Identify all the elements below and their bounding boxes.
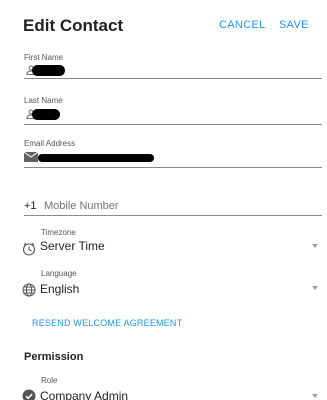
role-value: Company Admin (40, 389, 129, 400)
shield-check-icon (22, 389, 36, 400)
resend-welcome-agreement-button[interactable]: RESEND WELCOME AGREEMENT (32, 318, 182, 328)
first-name-underline (24, 78, 322, 79)
globe-icon (22, 283, 36, 297)
email-value-redacted (38, 154, 154, 162)
email-label: Email Address (24, 139, 76, 148)
language-select[interactable]: Language English (22, 269, 322, 299)
page-title: Edit Contact (23, 16, 124, 35)
caret-down-icon (312, 244, 318, 248)
mail-icon (24, 152, 38, 162)
email-field[interactable]: Email Address (24, 139, 322, 168)
first-name-field[interactable]: First Name (24, 53, 322, 79)
first-name-label: First Name (24, 53, 64, 62)
last-name-field[interactable]: Last Name (24, 96, 322, 125)
email-underline (24, 167, 322, 168)
caret-down-icon (312, 394, 318, 398)
header: Edit Contact CANCEL SAVE (0, 0, 327, 50)
role-select[interactable]: Role Company Admin (22, 376, 322, 400)
language-label: Language (41, 269, 77, 278)
language-value: English (40, 282, 80, 296)
mobile-number-input[interactable]: Mobile Number (44, 200, 119, 212)
last-name-underline (24, 124, 322, 125)
role-label: Role (41, 376, 58, 385)
cancel-button[interactable]: CANCEL (219, 19, 265, 31)
first-name-value-redacted (32, 65, 65, 76)
mobile-underline (24, 215, 322, 216)
timezone-select[interactable]: Timezone Server Time (22, 228, 322, 258)
mobile-number-field[interactable]: +1 Mobile Number (24, 198, 322, 216)
country-code[interactable]: +1 (24, 200, 37, 212)
timezone-label: Timezone (41, 228, 76, 237)
last-name-label: Last Name (24, 96, 63, 105)
permission-heading: Permission (24, 351, 84, 363)
timezone-value: Server Time (40, 239, 105, 253)
clock-icon (22, 242, 36, 256)
caret-down-icon (312, 286, 318, 290)
save-button[interactable]: SAVE (279, 19, 309, 31)
last-name-value-redacted (32, 109, 60, 120)
